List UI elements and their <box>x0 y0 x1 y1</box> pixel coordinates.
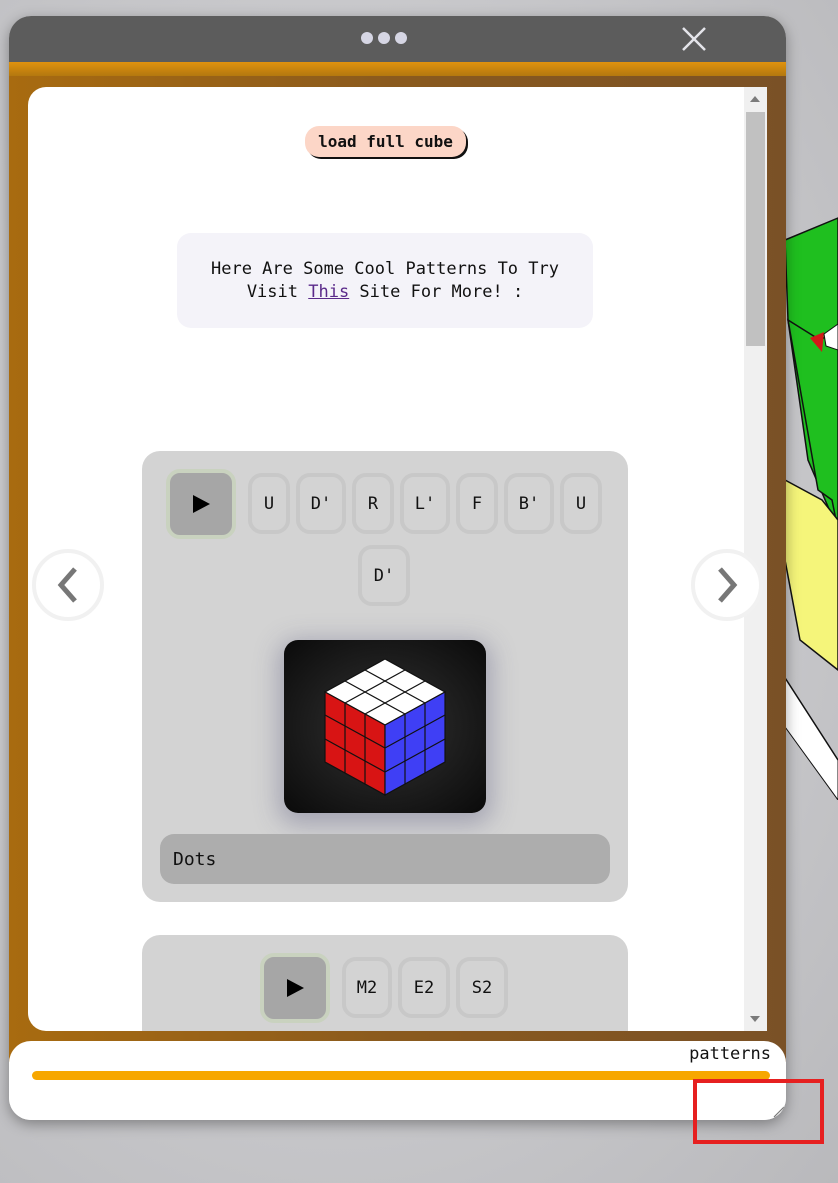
move-button[interactable]: D' <box>296 473 346 534</box>
next-pattern-button[interactable] <box>691 549 763 621</box>
site-link[interactable]: This <box>308 282 349 302</box>
info-line-1: Here Are Some Cool Patterns To Try <box>211 259 559 279</box>
close-icon <box>682 27 706 51</box>
chevron-left-icon <box>57 567 77 603</box>
patterns-window: load full cube Here Are Some Cool Patter… <box>9 16 786 1120</box>
move-button[interactable]: L' <box>400 473 450 534</box>
footer-label: patterns <box>689 1044 771 1064</box>
chevron-right-icon <box>718 567 738 603</box>
move-button[interactable]: D' <box>358 545 410 606</box>
info-line-2: Visit This Site For More! : <box>246 282 524 302</box>
play-icon <box>193 495 210 513</box>
play-icon <box>287 979 304 997</box>
move-button[interactable]: E2 <box>398 957 450 1018</box>
previous-pattern-button[interactable] <box>32 549 104 621</box>
more-dots-icon[interactable] <box>361 32 407 44</box>
load-full-cube-button[interactable]: load full cube <box>305 126 466 157</box>
scroll-up-icon[interactable] <box>750 96 760 102</box>
cube-preview <box>284 640 486 813</box>
footer-bar: patterns <box>9 1041 786 1120</box>
move-button[interactable]: B' <box>504 473 554 534</box>
move-button[interactable]: U <box>560 473 602 534</box>
rubiks-cube-image <box>323 658 447 797</box>
scroll-down-icon[interactable] <box>750 1016 760 1022</box>
play-button[interactable] <box>260 953 330 1023</box>
patterns-panel: load full cube Here Are Some Cool Patter… <box>28 87 767 1031</box>
move-button[interactable]: F <box>456 473 498 534</box>
move-button[interactable]: R <box>352 473 394 534</box>
pattern-card: U D' R L' F B' U D' Dots <box>142 451 628 902</box>
title-bar[interactable] <box>9 16 786 62</box>
progress-bar <box>32 1071 770 1080</box>
highlight-box <box>693 1079 824 1144</box>
info-box: Here Are Some Cool Patterns To Try Visit… <box>177 233 593 328</box>
move-button[interactable]: U <box>248 473 290 534</box>
move-button[interactable]: M2 <box>342 957 392 1018</box>
scroll-thumb[interactable] <box>746 112 765 346</box>
move-button[interactable]: S2 <box>456 957 508 1018</box>
pattern-name: Dots <box>160 834 610 884</box>
play-button[interactable] <box>166 469 236 539</box>
close-button[interactable] <box>679 24 709 54</box>
pattern-card: M2 E2 S2 <box>142 935 628 1031</box>
